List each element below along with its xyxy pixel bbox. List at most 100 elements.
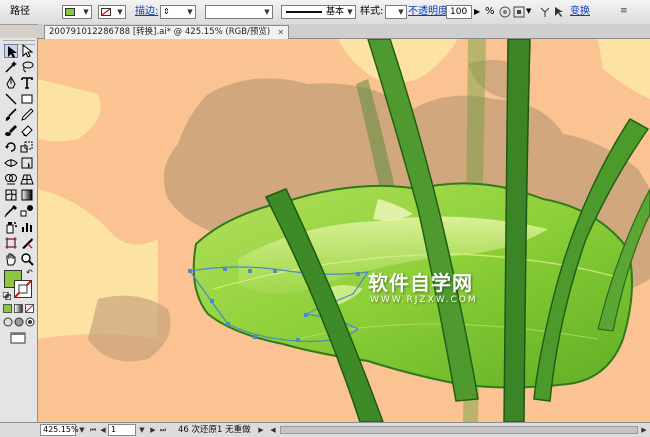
blob-brush-tool-icon[interactable] xyxy=(4,124,18,138)
path-label: 路径 xyxy=(10,6,30,17)
eyedropper-tool-icon[interactable] xyxy=(4,204,18,218)
status-menu-icon[interactable]: ▶ xyxy=(256,425,266,435)
perspective-grid-tool-icon[interactable] xyxy=(20,172,34,186)
pale-blob xyxy=(598,39,650,99)
style-label: 样式: xyxy=(360,6,384,17)
chevron-down-icon[interactable]: ▼ xyxy=(137,425,147,435)
brush-definition-dropdown[interactable]: 基本 ▼ xyxy=(281,5,356,19)
slice-tool-icon[interactable] xyxy=(20,236,34,250)
document-tab-title: 200791012286788 [转换].ai* @ 425.15% (RGB/… xyxy=(49,27,271,37)
next-artboard-icon[interactable]: ▶ xyxy=(148,425,158,435)
direct-selection-tool-icon[interactable] xyxy=(20,44,34,58)
width-tool-icon[interactable] xyxy=(4,156,18,170)
screen-mode-icon[interactable] xyxy=(10,332,26,344)
chevron-down-icon: ▼ xyxy=(187,8,193,16)
blend-tool-icon[interactable] xyxy=(20,204,34,218)
illustration xyxy=(38,39,650,422)
chevron-down-icon: ▼ xyxy=(347,8,353,16)
stroke-weight-field[interactable]: ⇕ ▼ xyxy=(160,5,196,19)
magic-wand-tool-icon[interactable] xyxy=(4,60,18,74)
select-similar-icon[interactable] xyxy=(552,5,566,19)
control-bar: 路径 ▼ ▼ 描边: ⇕ ▼ ▼ 基本 ▼ 样式: ▼ 不透明度: 100 ▶ … xyxy=(0,0,650,25)
chevron-down-icon: ▼ xyxy=(83,8,89,16)
stroke-swatch-none xyxy=(101,8,111,16)
mesh-tool-icon[interactable] xyxy=(4,188,18,202)
document-tab-bar: 200791012286788 [转换].ai* @ 425.15% (RGB/… xyxy=(38,24,650,39)
gradient-tool-icon[interactable] xyxy=(20,188,34,202)
align-icon[interactable] xyxy=(512,5,526,19)
pale-blob xyxy=(38,79,101,142)
tools-panel: ↶ xyxy=(0,38,38,422)
variable-width-dropdown[interactable]: ▼ xyxy=(205,5,273,19)
pencil-tool-icon[interactable] xyxy=(20,108,34,122)
panel-menu-icon[interactable]: ≡ xyxy=(620,6,628,16)
hand-tool-icon[interactable] xyxy=(4,252,18,266)
draw-normal-icon[interactable] xyxy=(3,317,13,327)
eraser-tool-icon[interactable] xyxy=(20,124,34,138)
previous-artboard-icon[interactable]: ◀ xyxy=(98,425,108,435)
column-graph-tool-icon[interactable] xyxy=(20,220,34,234)
rectangle-tool-icon[interactable] xyxy=(20,92,34,106)
draw-inside-icon[interactable] xyxy=(25,317,35,327)
scale-tool-icon[interactable] xyxy=(20,140,34,154)
opacity-arrow-icon[interactable]: ▶ xyxy=(474,6,480,18)
fill-swatch xyxy=(65,8,75,16)
opacity-field[interactable]: 100 xyxy=(446,5,472,19)
chevron-down-icon: ▼ xyxy=(264,8,270,16)
close-icon[interactable]: ✕ xyxy=(276,28,285,37)
paintbrush-tool-icon[interactable] xyxy=(4,108,18,122)
artboard-number-field[interactable]: 1 xyxy=(108,424,136,436)
line-segment-tool-icon[interactable] xyxy=(4,92,18,106)
stroke-style-text: 基本 xyxy=(326,7,345,17)
watermark-title: 软件自学网 xyxy=(368,271,473,295)
last-artboard-icon[interactable]: ⏭ xyxy=(158,425,168,435)
stroke-color-dropdown[interactable]: ▼ xyxy=(98,5,126,19)
status-bar: 425.15% ▼ ⏮ ◀ 1 ▼ ▶ ⏭ 46 次还原1 无重做 ▶ ◀ ▶ xyxy=(0,422,650,437)
symbol-sprayer-tool-icon[interactable] xyxy=(4,220,18,234)
document-tab[interactable]: 200791012286788 [转换].ai* @ 425.15% (RGB/… xyxy=(44,25,290,39)
artboard-tool-icon[interactable] xyxy=(4,236,18,250)
transform-link[interactable]: 变换 xyxy=(570,6,590,18)
color-mode-icon[interactable] xyxy=(3,304,12,313)
none-mode-icon[interactable] xyxy=(25,304,34,313)
shadow-silhouette xyxy=(88,295,171,362)
chevron-down-icon: ▼ xyxy=(398,8,404,16)
graphic-style-dropdown[interactable]: ▼ xyxy=(385,5,407,19)
watermark: 软件自学网 WWW.RJZXW.COM xyxy=(368,271,568,306)
scroll-left-icon[interactable]: ◀ xyxy=(268,425,278,435)
zoom-tool-icon[interactable] xyxy=(20,252,34,266)
stroke-line-preview xyxy=(286,11,322,13)
stroke-link[interactable]: 描边: xyxy=(135,6,158,18)
horizontal-scrollbar[interactable] xyxy=(280,426,638,434)
chevron-down-icon[interactable]: ▼ xyxy=(526,7,531,15)
gradient-mode-icon[interactable] xyxy=(14,304,23,313)
opacity-link[interactable]: 不透明度: xyxy=(408,6,451,18)
zoom-level-value: 425.15% xyxy=(43,425,79,434)
opacity-unit: % xyxy=(485,6,495,17)
zoom-level-field[interactable]: 425.15% xyxy=(40,424,79,436)
chevron-down-icon[interactable]: ▼ xyxy=(77,425,87,435)
first-artboard-icon[interactable]: ⏮ xyxy=(88,425,98,435)
opacity-value: 100 xyxy=(450,7,468,17)
type-tool-icon[interactable] xyxy=(20,76,34,90)
scroll-right-icon[interactable]: ▶ xyxy=(639,425,649,435)
status-message: 46 次还原1 无重做 xyxy=(178,425,251,435)
selection-tool-icon[interactable] xyxy=(4,44,18,58)
stroke-color-swatch[interactable] xyxy=(14,280,32,298)
pen-tool-icon[interactable] xyxy=(4,76,18,90)
artboard-canvas[interactable]: 软件自学网 WWW.RJZXW.COM xyxy=(38,39,650,422)
isolate-group-icon[interactable] xyxy=(538,5,552,19)
artboard-number-value: 1 xyxy=(111,425,117,434)
recolor-artwork-icon[interactable] xyxy=(498,5,512,19)
shape-builder-tool-icon[interactable] xyxy=(4,172,18,186)
fill-color-dropdown[interactable]: ▼ xyxy=(62,5,92,19)
draw-behind-icon[interactable] xyxy=(14,317,24,327)
stepper-icon: ⇕ xyxy=(163,7,170,16)
chevron-down-icon: ▼ xyxy=(117,8,123,16)
lasso-tool-icon[interactable] xyxy=(20,60,34,74)
default-fill-stroke-icon[interactable] xyxy=(2,291,12,301)
watermark-url: WWW.RJZXW.COM xyxy=(370,295,478,305)
rotate-tool-icon[interactable] xyxy=(4,140,18,154)
swap-fill-stroke-icon[interactable]: ↶ xyxy=(26,268,33,277)
free-transform-tool-icon[interactable] xyxy=(20,156,34,170)
